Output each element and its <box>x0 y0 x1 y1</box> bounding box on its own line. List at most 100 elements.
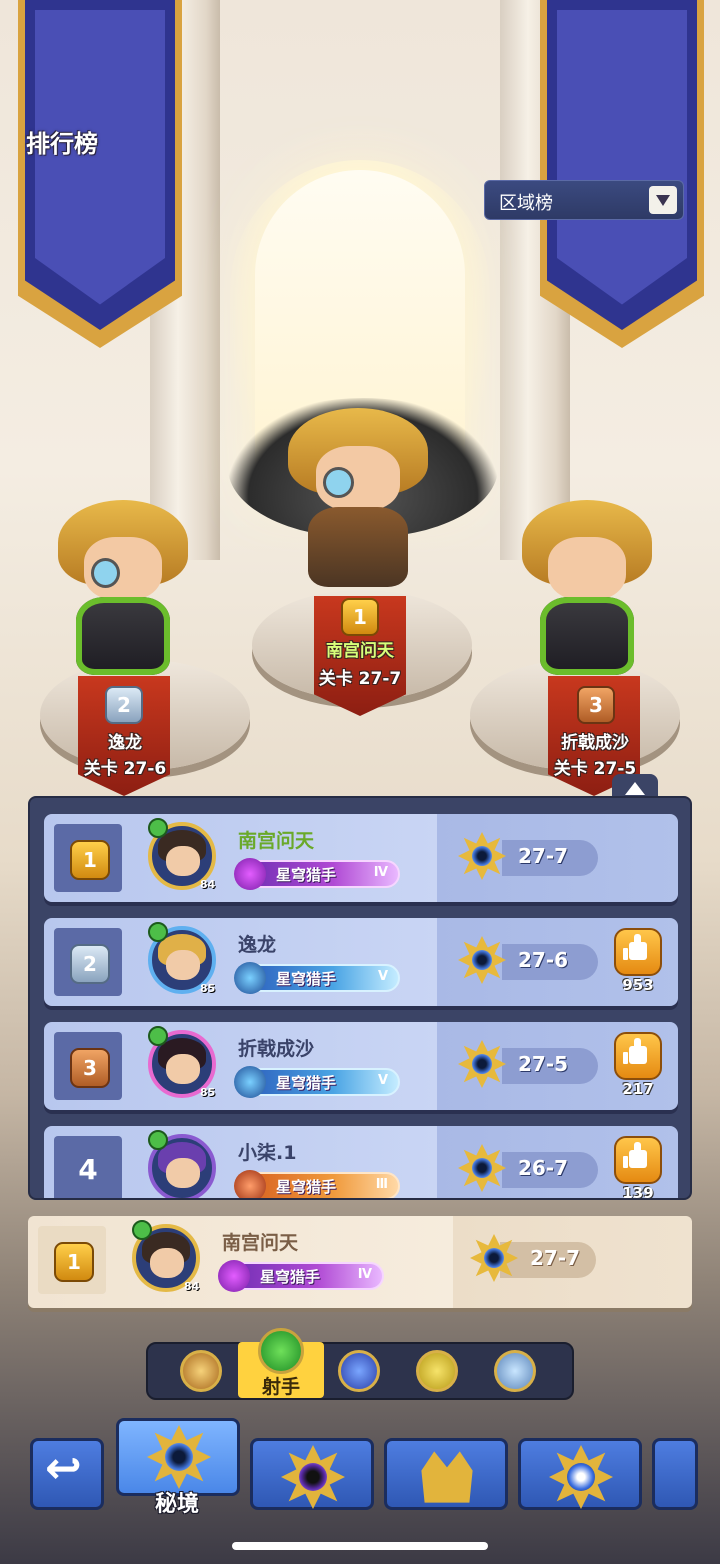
title-tier: Ⅳ <box>373 865 388 880</box>
class-mini-icon <box>148 818 168 838</box>
title-text: 星穹猎手 <box>276 970 337 988</box>
rank-badge-bronze: 3 <box>70 1048 110 1088</box>
banner-right <box>547 0 697 330</box>
leaderboard-row[interactable]: 3 85 折戟成沙 星穹猎手 Ⅴ 27-5 217 <box>44 1022 678 1110</box>
class-selected-label: 射手 <box>261 1376 300 1398</box>
podium-name-second: 逸龙 <box>108 733 142 753</box>
player-level: 85 <box>200 982 216 995</box>
podium-stage-second: 关卡 27-6 <box>83 759 167 779</box>
title-tag: 星穹猎手 Ⅳ <box>218 1260 384 1292</box>
title-tier: Ⅳ <box>357 1267 372 1282</box>
nav-active-label: 秘境 <box>154 1492 199 1517</box>
staff-class-icon[interactable] <box>338 1350 380 1392</box>
holy-class-icon[interactable] <box>494 1350 536 1392</box>
podium-rank-badge-second: 2 <box>105 686 143 724</box>
podium-stage-first: 关卡 27-7 <box>318 669 402 689</box>
secret-realm-icon <box>458 832 506 880</box>
emblem-core <box>165 1443 193 1471</box>
title-tag: 星穹猎手 Ⅳ <box>234 858 400 890</box>
leaderboard-row[interactable]: 2 85 逸龙 星穹猎手 Ⅴ 27-6 953 <box>44 918 678 1006</box>
thumbs-up-icon <box>623 934 647 960</box>
leaderboard-panel[interactable]: 1 84 南宫问天 星穹猎手 Ⅳ 27-7 2 85 逸龙 星穹猎手 Ⅴ 27-… <box>28 796 692 1200</box>
back-button[interactable] <box>30 1438 104 1510</box>
class-mini-icon <box>148 1026 168 1046</box>
title-emblem-icon <box>218 1260 250 1292</box>
sword-class-icon[interactable] <box>416 1350 458 1392</box>
rank-badge-gold: 1 <box>54 1242 94 1282</box>
like-button[interactable] <box>614 1032 662 1080</box>
like-button[interactable] <box>614 1136 662 1184</box>
class-mini-icon <box>132 1220 152 1240</box>
title-tier: Ⅴ <box>377 969 388 984</box>
nav-tab-purple-eye[interactable] <box>250 1438 374 1510</box>
title-tag: 星穹猎手 Ⅴ <box>234 962 400 994</box>
bow-class-icon[interactable] <box>258 1328 304 1374</box>
page-title: 排行榜 <box>26 130 98 158</box>
home-indicator[interactable] <box>232 1542 488 1550</box>
title-tag: 星穹猎手 Ⅲ <box>234 1170 400 1198</box>
title-emblem-icon <box>234 1066 266 1098</box>
hero-first-place[interactable] <box>288 408 428 598</box>
leaderboard-row[interactable]: 1 84 南宫问天 星穹猎手 Ⅳ 27-7 <box>44 814 678 902</box>
rank-box: 4 <box>54 1136 122 1198</box>
title-tier: Ⅲ <box>375 1177 388 1192</box>
player-name: 南宫问天 <box>222 1232 299 1254</box>
bottom-nav <box>0 1410 720 1520</box>
like-count: 953 <box>622 976 654 994</box>
nav-tab-crown[interactable] <box>384 1438 508 1510</box>
secret-realm-icon <box>470 1234 518 1282</box>
title-tier: Ⅴ <box>377 1073 388 1088</box>
like-button[interactable] <box>614 928 662 976</box>
hero-third-place[interactable] <box>522 500 652 686</box>
player-name: 小柒.1 <box>238 1142 297 1164</box>
nav-tab-blue-star[interactable] <box>518 1438 642 1510</box>
podium-name-first: 南宫问天 <box>326 641 394 661</box>
title-text: 星穹猎手 <box>276 1178 337 1196</box>
title-emblem-icon <box>234 962 266 994</box>
crown-emblem-icon <box>421 1451 473 1503</box>
thumbs-up-icon <box>623 1038 647 1064</box>
nav-tab-more[interactable] <box>652 1438 698 1510</box>
player-name: 折戟成沙 <box>238 1038 315 1060</box>
rank-badge-gold: 1 <box>70 840 110 880</box>
title-tag: 星穹猎手 Ⅴ <box>234 1066 400 1098</box>
rank-box: 1 <box>54 824 122 892</box>
podium-rank-badge-first: 1 <box>341 598 379 636</box>
title-emblem-icon <box>234 858 266 890</box>
rank-box: 2 <box>54 928 122 996</box>
player-name: 南宫问天 <box>238 830 315 852</box>
stage-value: 27-7 <box>518 844 569 868</box>
nav-tab-secret-realm[interactable] <box>116 1418 240 1496</box>
title-text: 星穹猎手 <box>276 1074 337 1092</box>
stage-value: 27-7 <box>530 1246 581 1270</box>
rank-number: 4 <box>78 1153 98 1186</box>
region-dropdown[interactable]: 区域榜 <box>484 180 684 220</box>
chevron-down-icon[interactable] <box>649 186 677 214</box>
like-count: 217 <box>622 1080 654 1098</box>
like-count: 139 <box>622 1184 654 1200</box>
secret-realm-icon <box>458 1040 506 1088</box>
axe-class-icon[interactable] <box>180 1350 222 1392</box>
rank-badge-silver: 2 <box>70 944 110 984</box>
podium-rank-badge-third: 3 <box>577 686 615 724</box>
stage-value: 26-7 <box>518 1156 569 1180</box>
rank-box: 1 <box>38 1226 106 1294</box>
region-dropdown-value: 区域榜 <box>499 193 553 214</box>
thumbs-up-icon <box>623 1142 647 1168</box>
player-level: 85 <box>200 1086 216 1099</box>
class-mini-icon <box>148 922 168 942</box>
title-text: 星穹猎手 <box>260 1268 321 1286</box>
stage-value: 27-6 <box>518 948 569 972</box>
class-mini-icon <box>148 1130 168 1150</box>
emblem-core <box>299 1463 327 1491</box>
podium-stage-third: 关卡 27-5 <box>553 759 637 779</box>
hero-second-place[interactable] <box>58 500 188 686</box>
title-text: 星穹猎手 <box>276 866 337 884</box>
player-name: 逸龙 <box>238 934 277 956</box>
my-rank-row[interactable]: 1 84 南宫问天 星穹猎手 Ⅳ 27-7 <box>28 1216 692 1308</box>
player-level: 84 <box>200 878 216 891</box>
emblem-core <box>567 1463 595 1491</box>
player-level: 84 <box>184 1280 200 1293</box>
rank-box: 3 <box>54 1032 122 1100</box>
leaderboard-row[interactable]: 4 小柒.1 星穹猎手 Ⅲ 26-7 139 <box>44 1126 678 1200</box>
